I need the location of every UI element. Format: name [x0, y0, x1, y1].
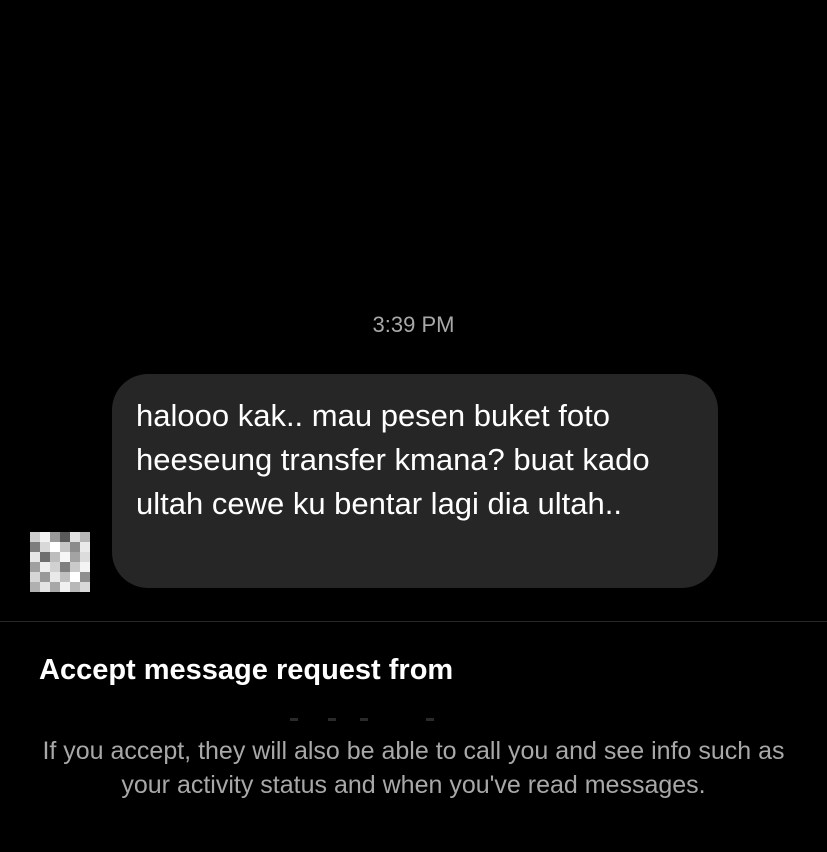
redacted-username	[290, 718, 440, 724]
message-request-title: Accept message request from	[39, 654, 454, 686]
message-timestamp: 3:39 PM	[372, 312, 455, 337]
sender-avatar[interactable]	[30, 532, 90, 592]
received-message-bubble[interactable]: halooo kak.. mau pesen buket foto heeseu…	[112, 374, 718, 588]
message-request-description: If you accept, they will also be able to…	[42, 737, 785, 799]
message-text: halooo kak.. mau pesen buket foto heeseu…	[136, 398, 650, 521]
divider	[0, 621, 827, 622]
